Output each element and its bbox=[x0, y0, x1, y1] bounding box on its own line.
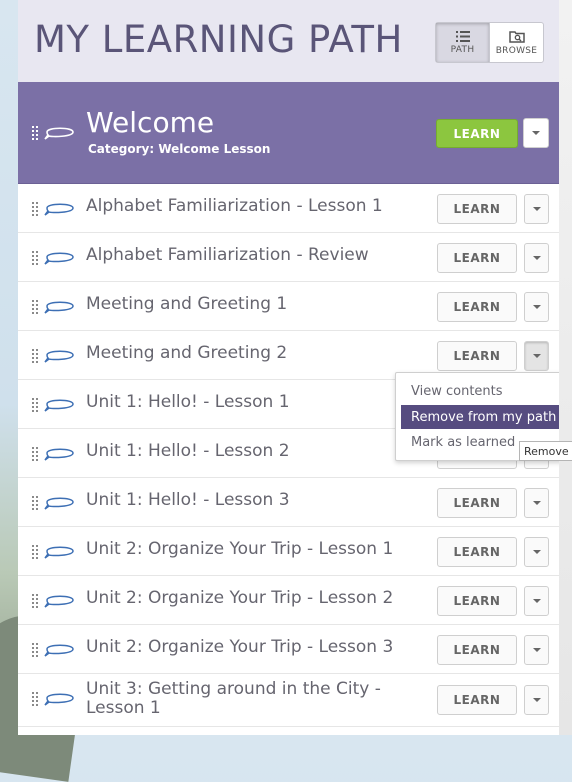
lesson-options-dropdown[interactable] bbox=[524, 341, 549, 371]
lesson-row[interactable]: Unit 2: Organize Your Trip - Lesson 3 LEA… bbox=[18, 625, 559, 674]
lesson-row[interactable]: Unit 2: Organize Your Trip - Lesson 1 LEA… bbox=[18, 527, 559, 576]
speech-bubble-icon bbox=[44, 546, 74, 559]
speech-bubble-icon bbox=[44, 448, 74, 461]
drag-handle-icon[interactable] bbox=[32, 251, 38, 265]
speech-bubble-icon bbox=[44, 252, 74, 265]
speech-bubble-icon bbox=[44, 203, 74, 216]
lesson-title: Unit 2: Organize Your Trip - Lesson 2 bbox=[86, 588, 394, 608]
speech-bubble-icon bbox=[44, 644, 74, 657]
list-icon bbox=[455, 30, 470, 42]
speech-bubble-icon bbox=[44, 595, 74, 608]
lesson-row[interactable]: Unit 1: Hello! - Lesson 3 LEARN bbox=[18, 478, 559, 527]
drag-handle-icon[interactable] bbox=[32, 126, 38, 140]
drag-handle-icon[interactable] bbox=[32, 202, 38, 216]
lesson-title: Unit 1: Hello! - Lesson 2 bbox=[86, 441, 290, 461]
chevron-down-icon bbox=[532, 305, 541, 309]
page-title: MY LEARNING PATH bbox=[34, 18, 403, 61]
drag-handle-icon[interactable] bbox=[32, 545, 38, 559]
lesson-title: Unit 3: Getting around in the City - Les… bbox=[86, 679, 381, 718]
lesson-title: Unit 1: Hello! - Lesson 3 bbox=[86, 490, 290, 510]
panel-header: MY LEARNING PATH PATH BROWSE bbox=[18, 0, 559, 82]
lesson-options-dropdown[interactable] bbox=[524, 635, 549, 665]
chevron-down-icon bbox=[532, 698, 541, 702]
lesson-options-dropdown[interactable] bbox=[524, 685, 549, 715]
chevron-down-icon bbox=[532, 354, 541, 358]
background-edge bbox=[558, 0, 572, 735]
chevron-down-icon bbox=[532, 207, 541, 211]
learn-button[interactable]: LEARN bbox=[437, 292, 517, 322]
lesson-options-dropdown[interactable] bbox=[524, 243, 549, 273]
lesson-options-dropdown[interactable] bbox=[524, 537, 549, 567]
learning-path-panel: MY LEARNING PATH PATH BROWSE Welcome Cat… bbox=[18, 0, 559, 735]
chevron-down-icon bbox=[532, 256, 541, 260]
browse-view-button[interactable]: BROWSE bbox=[490, 23, 543, 62]
path-view-label: PATH bbox=[450, 44, 475, 55]
lesson-row[interactable]: Alphabet Familiarization - Lesson 1 LEARN bbox=[18, 184, 559, 233]
chevron-down-icon bbox=[532, 501, 541, 505]
drag-handle-icon[interactable] bbox=[32, 300, 38, 314]
lesson-title: Alphabet Familiarization - Review bbox=[86, 245, 369, 265]
menu-item-view-contents[interactable]: View contents bbox=[401, 379, 559, 403]
chevron-down-icon bbox=[532, 131, 540, 135]
learn-button[interactable]: LEARN bbox=[437, 341, 517, 371]
menu-item-remove-from-path[interactable]: Remove from my path bbox=[401, 405, 559, 429]
drag-handle-icon[interactable] bbox=[32, 496, 38, 510]
welcome-options-dropdown[interactable] bbox=[523, 118, 549, 148]
speech-bubble-icon bbox=[44, 350, 74, 363]
drag-handle-icon[interactable] bbox=[32, 643, 38, 657]
learn-button[interactable]: LEARN bbox=[437, 243, 517, 273]
chevron-down-icon bbox=[532, 599, 541, 603]
drag-handle-icon[interactable] bbox=[32, 692, 38, 706]
drag-handle-icon[interactable] bbox=[32, 447, 38, 461]
lesson-title: Alphabet Familiarization - Lesson 1 bbox=[86, 196, 383, 216]
view-toggle: PATH BROWSE bbox=[435, 22, 544, 63]
lesson-row[interactable]: Unit 2: Organize Your Trip - Lesson 2 LEA… bbox=[18, 576, 559, 625]
welcome-lesson-row[interactable]: Welcome Category: Welcome Lesson LEARN bbox=[18, 82, 559, 184]
lesson-options-dropdown[interactable] bbox=[524, 488, 549, 518]
welcome-title: Welcome bbox=[86, 106, 215, 139]
lesson-title: Unit 2: Organize Your Trip - Lesson 1 bbox=[86, 539, 394, 559]
learn-button[interactable]: LEARN bbox=[437, 537, 517, 567]
learn-button[interactable]: LEARN bbox=[437, 685, 517, 715]
lesson-title: Meeting and Greeting 2 bbox=[86, 343, 288, 363]
lesson-row[interactable]: Alphabet Familiarization - Review LEARN bbox=[18, 233, 559, 282]
chevron-down-icon bbox=[532, 648, 541, 652]
lesson-options-dropdown[interactable] bbox=[524, 586, 549, 616]
speech-bubble-icon bbox=[44, 127, 74, 140]
tooltip: Remove f bbox=[519, 441, 572, 461]
lesson-title: Unit 1: Hello! - Lesson 1 bbox=[86, 392, 290, 412]
lesson-row[interactable]: Unit 3: Getting around in the City - Les… bbox=[18, 674, 559, 727]
browse-view-label: BROWSE bbox=[495, 45, 538, 56]
path-view-button[interactable]: PATH bbox=[436, 23, 490, 62]
learn-button[interactable]: LEARN bbox=[437, 635, 517, 665]
lesson-row[interactable]: Meeting and Greeting 1 LEARN bbox=[18, 282, 559, 331]
learn-button[interactable]: LEARN bbox=[437, 488, 517, 518]
browse-icon bbox=[508, 30, 525, 43]
lesson-title: Meeting and Greeting 1 bbox=[86, 294, 288, 314]
lesson-options-dropdown[interactable] bbox=[524, 194, 549, 224]
learn-button[interactable]: LEARN bbox=[437, 194, 517, 224]
drag-handle-icon[interactable] bbox=[32, 349, 38, 363]
speech-bubble-icon bbox=[44, 497, 74, 510]
speech-bubble-icon bbox=[44, 301, 74, 314]
lesson-options-dropdown[interactable] bbox=[524, 292, 549, 322]
learn-button[interactable]: LEARN bbox=[437, 586, 517, 616]
welcome-learn-button[interactable]: LEARN bbox=[436, 119, 518, 148]
welcome-category: Category: Welcome Lesson bbox=[88, 142, 271, 156]
drag-handle-icon[interactable] bbox=[32, 398, 38, 412]
lesson-title: Unit 2: Organize Your Trip - Lesson 3 bbox=[86, 637, 394, 657]
drag-handle-icon[interactable] bbox=[32, 594, 38, 608]
speech-bubble-icon bbox=[44, 399, 74, 412]
speech-bubble-icon bbox=[44, 693, 74, 706]
chevron-down-icon bbox=[532, 550, 541, 554]
